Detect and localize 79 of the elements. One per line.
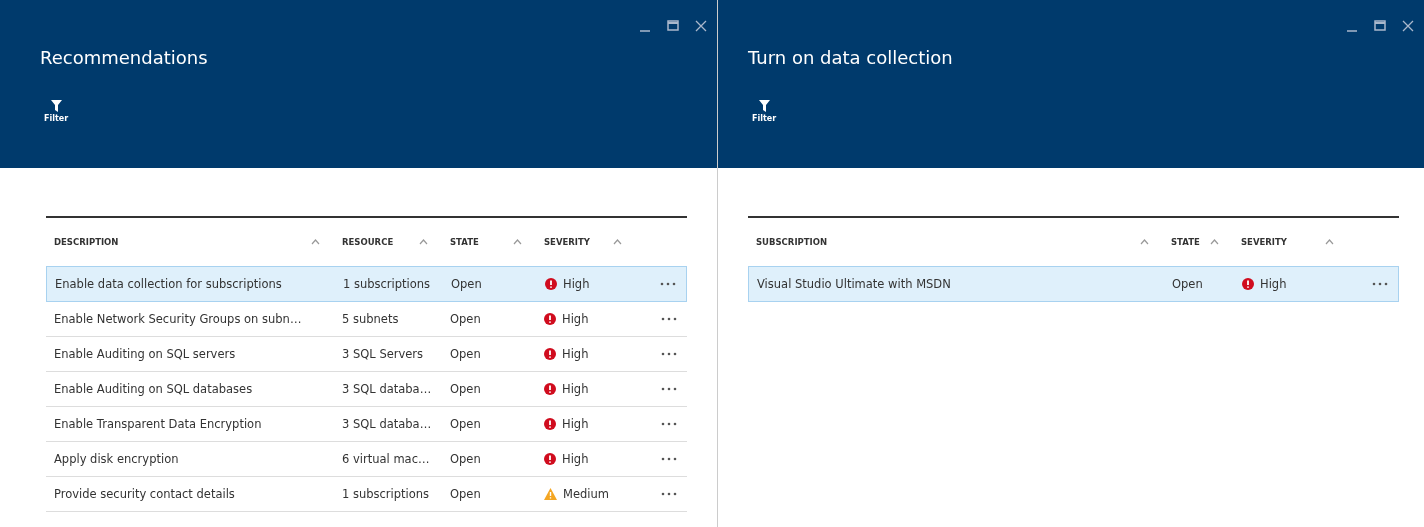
column-header[interactable]: SEVERITY <box>1233 237 1287 247</box>
sort-caret-icon[interactable] <box>613 239 622 245</box>
more-icon[interactable] <box>661 387 677 391</box>
severity-label: High <box>562 452 589 466</box>
severity-label: High <box>562 382 589 396</box>
severity-label: High <box>1260 277 1287 291</box>
table-cell-text: Enable Auditing on SQL databases <box>53 382 254 396</box>
more-icon[interactable] <box>661 422 677 426</box>
table-cell-text: Open <box>449 382 482 396</box>
sort-caret-icon[interactable] <box>311 239 320 245</box>
column-header[interactable]: SEVERITY <box>536 237 590 247</box>
table-cell-text: Enable Transparent Data Encryption <box>53 417 263 431</box>
close-icon[interactable] <box>1402 20 1414 32</box>
table-cell-text: Enable Auditing on SQL servers <box>53 347 237 361</box>
column-header[interactable]: STATE <box>1163 237 1200 247</box>
blade-title: Recommendations <box>40 46 208 70</box>
severity-label: High <box>562 312 589 326</box>
table-cell-text: Open <box>449 487 482 501</box>
severity-label: High <box>562 417 589 431</box>
table-cell-text: 6 virtual mac… <box>341 452 431 466</box>
table-cell-text: Enable data collection for subscriptions <box>54 277 283 291</box>
table-cell-text: Open <box>1171 277 1204 291</box>
table-cell-text: Open <box>449 312 482 326</box>
more-icon[interactable] <box>661 317 677 321</box>
table-cell-text: Open <box>449 347 482 361</box>
more-icon[interactable] <box>660 282 676 286</box>
table-row[interactable]: Provide security contact details 1 subscriptions Open Medium <box>46 477 687 512</box>
error-icon <box>544 313 556 325</box>
column-header[interactable]: RESOURCE <box>334 237 394 247</box>
sort-caret-icon[interactable] <box>513 239 522 245</box>
table-cell-text: Enable Network Security Groups on subn… <box>53 312 303 326</box>
more-icon[interactable] <box>661 352 677 356</box>
filter-icon <box>758 100 770 112</box>
error-icon <box>544 383 556 395</box>
severity-label: High <box>563 277 590 291</box>
table-cell-text: Open <box>450 277 483 291</box>
column-header[interactable]: SUBSCRIPTION <box>748 237 828 247</box>
table-cell-text: 1 subscriptions <box>342 277 432 291</box>
filter-button[interactable]: Filter <box>748 100 781 123</box>
table-cell-text: 5 subnets <box>341 312 400 326</box>
error-icon <box>545 278 557 290</box>
table-cell-text: 1 subscriptions <box>341 487 431 501</box>
maximize-icon[interactable] <box>667 20 679 32</box>
more-icon[interactable] <box>1372 282 1388 286</box>
table-row[interactable]: Apply disk encryption 6 virtual mac… Open High <box>46 442 687 477</box>
table-cell-text: Open <box>449 417 482 431</box>
more-icon[interactable] <box>661 492 677 496</box>
table-cell-text: Provide security contact details <box>53 487 236 501</box>
table-cell-text: 3 SQL Servers <box>341 347 425 361</box>
column-header[interactable]: STATE <box>442 237 479 247</box>
table-cell-text: 3 SQL databa… <box>341 417 433 431</box>
severity-label: High <box>562 347 589 361</box>
error-icon <box>544 453 556 465</box>
table-cell-text: Open <box>449 452 482 466</box>
table-cell-text: 3 SQL databa… <box>341 382 433 396</box>
table-row[interactable]: Enable Transparent Data Encryption 3 SQL databa… Open High <box>46 407 687 442</box>
warning-icon <box>544 488 557 500</box>
maximize-icon[interactable] <box>1374 20 1386 32</box>
error-icon <box>1242 278 1254 290</box>
table-row[interactable]: Enable Network Security Groups on subn… 5 subnets Open High <box>46 302 687 337</box>
table-row[interactable]: Enable Auditing on SQL databases 3 SQL databa… Open High <box>46 372 687 407</box>
table-cell-text: Visual Studio Ultimate with MSDN <box>756 277 952 291</box>
more-icon[interactable] <box>661 457 677 461</box>
filter-icon <box>50 100 62 112</box>
severity-label: Medium <box>563 487 609 501</box>
table-row[interactable]: Enable Auditing on SQL servers 3 SQL Servers Open High <box>46 337 687 372</box>
sort-caret-icon[interactable] <box>1325 239 1334 245</box>
sort-caret-icon[interactable] <box>419 239 428 245</box>
table-row[interactable]: Enable data collection for subscriptions 1 subscriptions Open High <box>46 266 687 302</box>
blade-title: Turn on data collection <box>748 46 953 70</box>
column-header[interactable]: DESCRIPTION <box>46 237 119 247</box>
sort-caret-icon[interactable] <box>1210 239 1219 245</box>
error-icon <box>544 418 556 430</box>
close-icon[interactable] <box>695 20 707 32</box>
error-icon <box>544 348 556 360</box>
table-row[interactable]: Visual Studio Ultimate with MSDN Open High <box>748 266 1399 302</box>
table-cell-text: Apply disk encryption <box>53 452 180 466</box>
sort-caret-icon[interactable] <box>1140 239 1149 245</box>
filter-button[interactable]: Filter <box>40 100 73 123</box>
